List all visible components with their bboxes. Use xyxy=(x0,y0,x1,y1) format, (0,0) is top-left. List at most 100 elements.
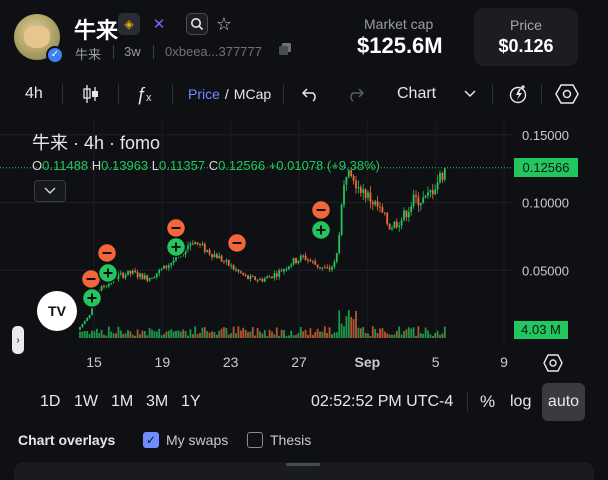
volume-bar xyxy=(371,326,374,338)
candle-body xyxy=(268,276,271,278)
candle-body xyxy=(249,276,252,280)
log-scale-button[interactable]: log xyxy=(510,386,531,418)
volume-bar xyxy=(211,331,213,338)
volume-bar xyxy=(148,328,151,338)
range-1y[interactable]: 1Y xyxy=(181,386,201,418)
volume-bar xyxy=(352,319,355,338)
volume-bar xyxy=(297,332,300,338)
volume-bar xyxy=(419,333,422,338)
volume-bar xyxy=(357,327,360,338)
candle-body xyxy=(259,278,261,281)
volume-bar xyxy=(163,334,165,338)
range-1w[interactable]: 1W xyxy=(74,386,98,418)
interval-button[interactable]: 4h xyxy=(25,78,43,110)
candle-body xyxy=(439,172,441,183)
candle-body xyxy=(211,253,213,258)
candlestick-type-icon[interactable] xyxy=(80,78,102,110)
chart-settings-icon[interactable] xyxy=(543,353,563,373)
candle-body xyxy=(431,190,434,195)
volume-bar xyxy=(391,334,393,338)
volume-bar xyxy=(115,333,117,338)
volume-bar xyxy=(367,333,369,338)
tradingview-logo-icon[interactable]: TV xyxy=(37,291,77,331)
thesis-toggle[interactable]: Thesis xyxy=(247,428,311,452)
buy-marker-icon[interactable] xyxy=(310,219,332,241)
checkbox-checked-icon[interactable]: ✓ xyxy=(143,432,159,448)
market-cap-value: $125.6M xyxy=(357,33,443,58)
volume-bar xyxy=(146,335,149,338)
buy-marker-icon[interactable] xyxy=(97,262,119,284)
range-1m[interactable]: 1M xyxy=(111,386,133,418)
star-icon[interactable]: ☆ xyxy=(213,13,235,35)
price-mcap-toggle[interactable]: Price / MCap xyxy=(188,78,271,110)
range-1d[interactable]: 1D xyxy=(40,386,60,418)
clock-time[interactable]: 02:52:52 PM UTC-4 xyxy=(311,386,453,418)
candle-body xyxy=(103,286,105,288)
chart-type-select[interactable]: Chart xyxy=(397,78,436,110)
expand-sidebar-handle[interactable]: › xyxy=(12,326,24,354)
sell-marker-icon[interactable] xyxy=(226,232,248,254)
sell-marker-icon[interactable] xyxy=(165,217,187,239)
undo-icon[interactable] xyxy=(301,78,321,110)
price-toggle[interactable]: Price xyxy=(188,86,220,102)
candle-body xyxy=(335,253,338,262)
candle-body xyxy=(206,249,209,252)
volume-bar xyxy=(220,328,223,338)
candle-body xyxy=(441,172,444,180)
candle-body xyxy=(287,266,290,270)
volume-bar xyxy=(307,334,309,338)
sell-marker-icon[interactable] xyxy=(96,242,118,264)
candle-body xyxy=(151,278,153,280)
token-avatar[interactable]: ✓ xyxy=(14,14,64,64)
candle-body xyxy=(371,201,374,205)
volume-bar xyxy=(323,326,326,338)
candle-body xyxy=(280,270,283,272)
volume-bar xyxy=(88,334,91,338)
volume-bar xyxy=(167,330,170,338)
volume-bar xyxy=(83,331,86,338)
volume-bar xyxy=(141,330,144,338)
volume-bar xyxy=(405,329,408,338)
my-swaps-label: My swaps xyxy=(166,432,229,448)
candle-body xyxy=(191,243,194,245)
volume-bar xyxy=(244,329,247,338)
volume-bar xyxy=(415,335,417,338)
volume-bar xyxy=(347,310,350,338)
candle-body xyxy=(376,201,379,207)
mcap-toggle[interactable]: MCap xyxy=(234,86,271,102)
swap-cross-icon[interactable]: ✕ xyxy=(148,13,170,35)
candle-body xyxy=(213,254,216,258)
search-icon[interactable] xyxy=(186,13,208,35)
volume-bar xyxy=(410,328,413,338)
collapse-legend-button[interactable] xyxy=(34,180,66,202)
sell-marker-icon[interactable] xyxy=(310,199,332,221)
candle-body xyxy=(316,264,319,268)
candle-body xyxy=(88,314,91,318)
chevron-down-icon xyxy=(44,187,56,195)
settings-hexagon-icon[interactable] xyxy=(555,78,579,110)
alert-lightning-icon[interactable] xyxy=(508,78,530,110)
volume-bar xyxy=(335,332,338,338)
percent-scale-button[interactable]: % xyxy=(480,386,495,418)
buy-marker-icon[interactable] xyxy=(165,236,187,258)
buy-marker-icon[interactable] xyxy=(81,287,103,309)
checkbox-empty-icon[interactable] xyxy=(247,432,263,448)
candle-body xyxy=(189,243,192,246)
sheet-grabber-handle[interactable] xyxy=(286,463,320,466)
contract-address[interactable]: 0xbeea...377777 xyxy=(165,44,262,59)
range-3m[interactable]: 3M xyxy=(146,386,168,418)
candle-body xyxy=(367,192,369,198)
candle-body xyxy=(412,194,415,207)
divider xyxy=(118,84,119,104)
volume-bar xyxy=(424,327,427,338)
my-swaps-toggle[interactable]: ✓ My swaps xyxy=(143,428,228,452)
sell-marker-icon[interactable] xyxy=(80,268,102,290)
indicators-fx-icon[interactable]: ƒx xyxy=(136,78,152,110)
volume-bar xyxy=(86,331,89,338)
token-age: 3w xyxy=(124,44,141,59)
copy-icon[interactable] xyxy=(278,42,292,59)
volume-bar xyxy=(160,335,163,338)
chevron-down-icon[interactable] xyxy=(464,78,476,110)
auto-scale-button[interactable]: auto xyxy=(542,383,585,421)
redo-icon[interactable] xyxy=(345,78,365,110)
